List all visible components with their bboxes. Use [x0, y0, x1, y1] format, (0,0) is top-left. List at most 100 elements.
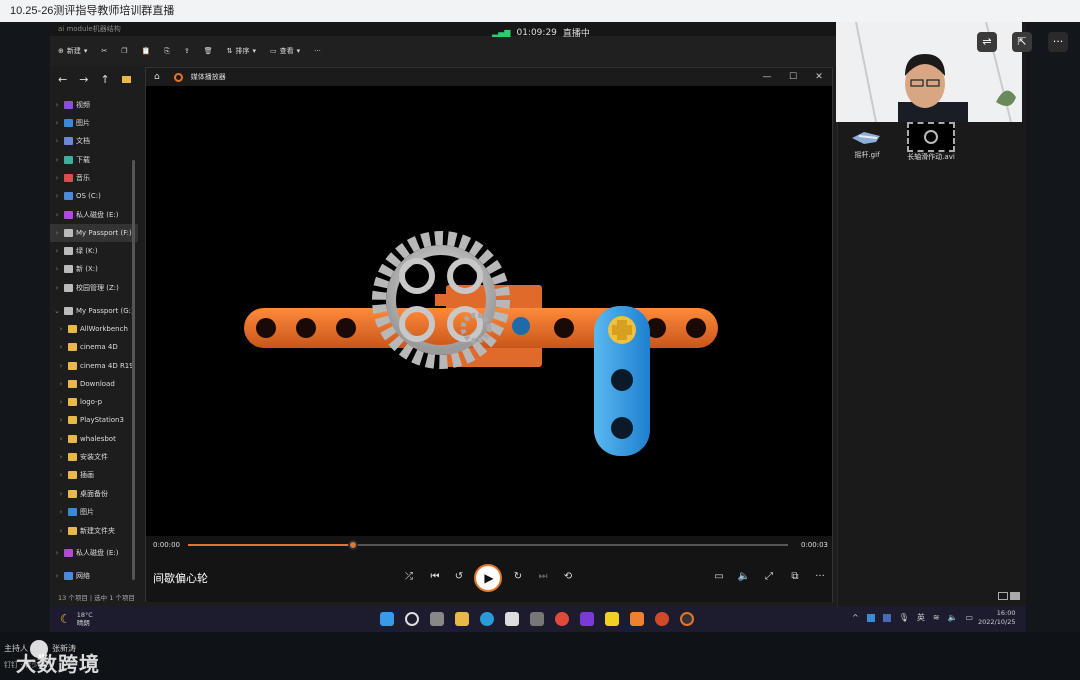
- chevron-up-icon[interactable]: ^: [852, 613, 859, 622]
- sort-button[interactable]: ⇅ 排序 ▾: [227, 46, 256, 56]
- search-icon[interactable]: [405, 612, 419, 626]
- tree-item[interactable]: › 私人磁盘 (E:): [50, 544, 138, 562]
- tree-item[interactable]: › 插画: [50, 466, 138, 484]
- seek-bar[interactable]: [188, 540, 788, 550]
- tree-item[interactable]: › 图片: [50, 114, 138, 132]
- share-screen-icon[interactable]: ⇱: [1012, 32, 1032, 52]
- onenote-icon[interactable]: [580, 612, 594, 626]
- wifi-icon[interactable]: ≋: [933, 613, 940, 622]
- chevron-right-icon[interactable]: ›: [50, 101, 64, 109]
- chevron-right-icon[interactable]: ›: [50, 137, 64, 145]
- shuffle-icon[interactable]: ⤮: [400, 569, 418, 585]
- cut-icon[interactable]: ✂: [101, 47, 107, 55]
- tree-scrollbar[interactable]: [132, 160, 135, 580]
- previous-icon[interactable]: ⏮: [426, 569, 444, 585]
- video-frame[interactable]: [146, 86, 832, 536]
- volume-icon[interactable]: 🔈: [735, 569, 753, 585]
- chevron-right-icon[interactable]: ›: [54, 343, 68, 351]
- minimize-icon[interactable]: —: [754, 68, 780, 86]
- paint-icon[interactable]: [630, 612, 644, 626]
- tree-item[interactable]: › cinema 4D R19: [50, 357, 138, 375]
- chevron-right-icon[interactable]: ›: [54, 471, 68, 479]
- close-icon[interactable]: ✕: [806, 68, 832, 86]
- seek-thumb[interactable]: [348, 540, 358, 550]
- chevron-right-icon[interactable]: ›: [54, 508, 68, 516]
- chevron-right-icon[interactable]: ›: [50, 265, 64, 273]
- settings-icon[interactable]: [530, 612, 544, 626]
- weather-widget[interactable]: ☾ 18°C 晴朗: [50, 611, 130, 627]
- tree-item[interactable]: › 下载: [50, 151, 138, 169]
- tree-item[interactable]: › 安装文件: [50, 448, 138, 466]
- tree-item[interactable]: › 视频: [50, 96, 138, 114]
- chrome-icon[interactable]: [555, 612, 569, 626]
- more-icon[interactable]: ···: [314, 47, 321, 55]
- chevron-right-icon[interactable]: ›: [50, 192, 64, 200]
- powerpoint-icon[interactable]: [655, 612, 669, 626]
- rename-icon[interactable]: ⎘: [164, 47, 170, 56]
- repeat-icon[interactable]: ⟲: [559, 569, 577, 585]
- tree-item[interactable]: › 文档: [50, 132, 138, 150]
- tree-item[interactable]: › logo-p: [50, 393, 138, 411]
- more-menu-icon[interactable]: ···: [1048, 32, 1068, 52]
- microphone-icon[interactable]: 🎙: [899, 613, 909, 622]
- chevron-right-icon[interactable]: ›: [54, 453, 68, 461]
- chevron-right-icon[interactable]: ›: [50, 284, 64, 292]
- tree-item[interactable]: ⌄ My Passport (G:): [50, 302, 138, 320]
- chevron-right-icon[interactable]: ›: [54, 435, 68, 443]
- home-icon[interactable]: ⌂: [154, 72, 160, 82]
- up-icon[interactable]: ↑: [100, 73, 109, 86]
- maximize-icon[interactable]: ☐: [780, 68, 806, 86]
- pip-icon[interactable]: ⧉: [786, 569, 804, 585]
- tree-item[interactable]: › 绿 (K:): [50, 242, 138, 260]
- details-view-icon[interactable]: [998, 592, 1008, 600]
- tree-item[interactable]: › 新建文件夹: [50, 522, 138, 540]
- new-button[interactable]: ⊕ 新建 ▾: [58, 46, 87, 56]
- tree-item[interactable]: › OS (C:): [50, 187, 138, 205]
- chevron-right-icon[interactable]: ›: [54, 380, 68, 388]
- copy-icon[interactable]: ❐: [121, 47, 127, 55]
- delete-icon[interactable]: 🗑: [204, 47, 213, 55]
- chevron-right-icon[interactable]: ›: [54, 416, 68, 424]
- edge-icon[interactable]: [480, 612, 494, 626]
- chevron-right-icon[interactable]: ›: [50, 549, 64, 557]
- forward-icon[interactable]: →: [79, 73, 88, 86]
- file-explorer-icon[interactable]: [455, 612, 469, 626]
- desktop-file[interactable]: 摇杆.gif: [832, 126, 902, 160]
- task-view-icon[interactable]: [430, 612, 444, 626]
- paste-icon[interactable]: 📋: [142, 47, 151, 55]
- chevron-right-icon[interactable]: ›: [54, 527, 68, 535]
- start-icon[interactable]: [380, 612, 394, 626]
- share-icon[interactable]: ⇪: [184, 47, 190, 55]
- forward-skip-icon[interactable]: ↻: [509, 569, 527, 585]
- chevron-right-icon[interactable]: ›: [54, 325, 68, 333]
- tree-item[interactable]: › 桌面备份: [50, 485, 138, 503]
- clock[interactable]: 16:00 2022/10/25: [978, 609, 1015, 627]
- tree-item[interactable]: › cinema 4D: [50, 338, 138, 356]
- tree-item[interactable]: › My Passport (F:): [50, 224, 138, 242]
- chevron-right-icon[interactable]: ›: [54, 362, 68, 370]
- speaker-icon[interactable]: 🔈: [948, 613, 958, 622]
- battery-icon[interactable]: ▭: [966, 613, 974, 622]
- more-options-icon[interactable]: ···: [811, 569, 829, 585]
- ime-indicator[interactable]: 英: [917, 612, 925, 623]
- tree-item[interactable]: › Download: [50, 375, 138, 393]
- chevron-right-icon[interactable]: ›: [50, 247, 64, 255]
- chevron-right-icon[interactable]: ›: [50, 572, 64, 580]
- play-button[interactable]: ▶: [474, 564, 502, 592]
- store-icon[interactable]: [505, 612, 519, 626]
- desktop-file[interactable]: 长轴滑作动.avi: [896, 122, 966, 162]
- tree-item[interactable]: › 私人磁盘 (E:): [50, 206, 138, 224]
- chevron-down-icon[interactable]: ⌄: [50, 307, 64, 315]
- tray-app-icon[interactable]: [866, 613, 875, 622]
- next-icon[interactable]: ⏭: [534, 569, 552, 585]
- tree-item[interactable]: › 图片: [50, 503, 138, 521]
- tree-item[interactable]: › whalesbot: [50, 430, 138, 448]
- chevron-right-icon[interactable]: ›: [50, 211, 64, 219]
- tree-item[interactable]: › 校园管理 (Z:): [50, 279, 138, 297]
- sticky-notes-icon[interactable]: [605, 612, 619, 626]
- tiles-view-icon[interactable]: [1010, 592, 1020, 600]
- chevron-right-icon[interactable]: ›: [50, 174, 64, 182]
- chevron-right-icon[interactable]: ›: [54, 398, 68, 406]
- tray-app2-icon[interactable]: [882, 613, 891, 622]
- chevron-right-icon[interactable]: ›: [54, 490, 68, 498]
